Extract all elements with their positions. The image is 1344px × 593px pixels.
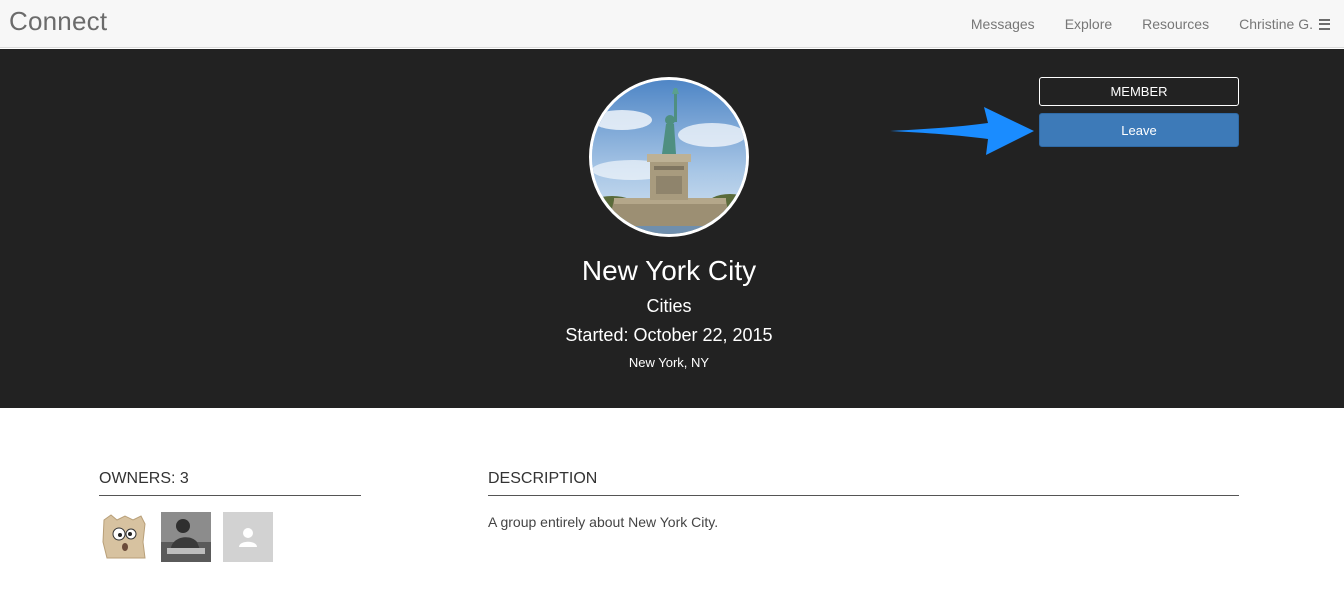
default-user-avatar — [239, 528, 257, 547]
owners-heading: OWNERS: 3 — [99, 470, 361, 496]
description-text: A group entirely about New York City. — [488, 514, 719, 530]
group-avatar — [589, 77, 749, 237]
member-status-badge: MEMBER — [1039, 77, 1239, 106]
group-location: New York, NY — [628, 355, 710, 370]
user-name: Christine G. — [1239, 16, 1313, 32]
group-hero: New York City Cities Started: October 22… — [0, 49, 1344, 408]
hamburger-menu-icon[interactable] — [1319, 18, 1330, 30]
group-category[interactable]: Cities — [0, 296, 1338, 317]
leave-group-button[interactable]: Leave — [1039, 113, 1239, 147]
arrow-annotation-icon — [890, 107, 1034, 155]
nav-messages[interactable]: Messages — [971, 16, 1035, 32]
owner-avatar-2[interactable] — [161, 512, 211, 562]
nav-explore[interactable]: Explore — [1065, 16, 1112, 32]
owner-avatar-1[interactable] — [99, 512, 149, 562]
owners-list — [99, 512, 285, 562]
top-navbar: Connect Messages Explore Resources Chris… — [0, 0, 1344, 48]
description-heading: DESCRIPTION — [488, 470, 1239, 496]
user-menu[interactable]: Christine G. — [1239, 16, 1330, 32]
group-started-date: Started: October 22, 2015 — [565, 325, 773, 345]
nav-resources[interactable]: Resources — [1142, 16, 1209, 32]
main-nav: Messages Explore Resources Christine G. — [941, 0, 1344, 48]
cartoon-face-avatar — [99, 512, 149, 562]
group-name: New York City — [581, 255, 757, 286]
owner-avatar-3[interactable] — [223, 512, 273, 562]
brand-logo[interactable]: Connect — [9, 6, 107, 37]
statue-of-liberty-photo — [592, 80, 746, 234]
photo-avatar — [161, 512, 211, 562]
